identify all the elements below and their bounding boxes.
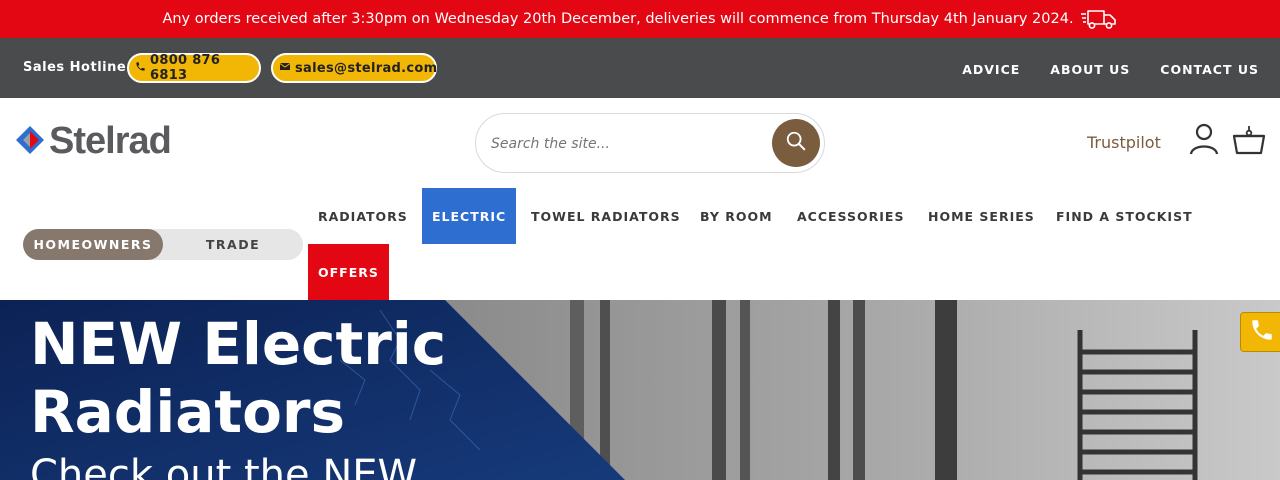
audience-toggle: HOMEOWNERS TRADE xyxy=(23,229,303,260)
email-button[interactable]: sales@stelrad.com xyxy=(271,53,437,83)
nav-item-accessories[interactable]: ACCESSORIES xyxy=(787,188,914,244)
account-icon[interactable] xyxy=(1188,122,1220,160)
site-header: Stelrad Trustpilot xyxy=(0,98,1280,188)
phone-button[interactable]: 0800 876 6813 xyxy=(127,53,261,83)
truck-icon xyxy=(1080,8,1118,30)
hero-title-line1: NEW Electric xyxy=(30,310,447,378)
hero-radiator-bar xyxy=(935,300,957,480)
nav-item-radiators[interactable]: RADIATORS xyxy=(308,188,418,244)
main-navigation: HOMEOWNERS TRADE RADIATORS ELECTRIC TOWE… xyxy=(0,188,1280,300)
nav-item-electric[interactable]: ELECTRIC xyxy=(422,188,517,244)
hero-title-line2: Radiators xyxy=(30,378,346,446)
towel-rail-image xyxy=(1077,330,1198,480)
phone-icon xyxy=(135,61,146,76)
homeowners-toggle[interactable]: HOMEOWNERS xyxy=(23,229,163,260)
advice-link[interactable]: ADVICE xyxy=(962,62,1020,77)
basket-icon[interactable] xyxy=(1232,124,1266,160)
trade-toggle[interactable]: TRADE xyxy=(163,229,303,260)
about-us-link[interactable]: ABOUT US xyxy=(1050,62,1130,77)
utility-links: ADVICE ABOUT US CONTACT US xyxy=(962,62,1259,77)
search-icon xyxy=(785,130,807,156)
stelrad-logo-icon xyxy=(15,125,45,159)
email-address: sales@stelrad.com xyxy=(295,60,438,76)
floating-call-button[interactable] xyxy=(1240,312,1280,352)
phone-icon xyxy=(1249,317,1275,347)
hero-radiator-bar xyxy=(712,300,726,480)
nav-item-towel-radiators[interactable]: TOWEL RADIATORS xyxy=(521,188,691,244)
nav-item-offers[interactable]: OFFERS xyxy=(308,244,389,300)
hero-banner[interactable]: NEW Electric Radiators Check out the NEW xyxy=(0,300,1280,480)
nav-item-by-room[interactable]: BY ROOM xyxy=(690,188,783,244)
announcement-bar: Any orders received after 3:30pm on Wedn… xyxy=(0,0,1280,38)
logo-wordmark: Stelrad xyxy=(49,120,172,162)
nav-item-find-a-stockist[interactable]: FIND A STOCKIST xyxy=(1046,188,1203,244)
search-button[interactable] xyxy=(772,119,820,167)
hero-title: NEW Electric Radiators xyxy=(30,310,446,446)
hero-radiator-bar xyxy=(740,300,750,480)
mail-icon xyxy=(279,61,291,76)
site-logo[interactable]: Stelrad xyxy=(15,120,172,163)
sales-hotline-label: Sales Hotline: xyxy=(23,60,132,75)
hero-radiator-bar xyxy=(828,300,840,480)
site-search xyxy=(475,113,825,173)
hero-radiator-bar xyxy=(853,300,865,480)
contact-us-link[interactable]: CONTACT US xyxy=(1160,62,1259,77)
phone-number: 0800 876 6813 xyxy=(150,53,221,83)
hero-subtitle: Check out the NEW xyxy=(30,452,418,480)
nav-item-home-series[interactable]: HOME SERIES xyxy=(918,188,1045,244)
announcement-text: Any orders received after 3:30pm on Wedn… xyxy=(162,11,1074,27)
trustpilot-widget[interactable]: Trustpilot xyxy=(1087,133,1161,152)
search-input[interactable] xyxy=(491,130,751,158)
utility-bar: Sales Hotline: 0800 876 6813 sales@stelr… xyxy=(0,38,1280,98)
